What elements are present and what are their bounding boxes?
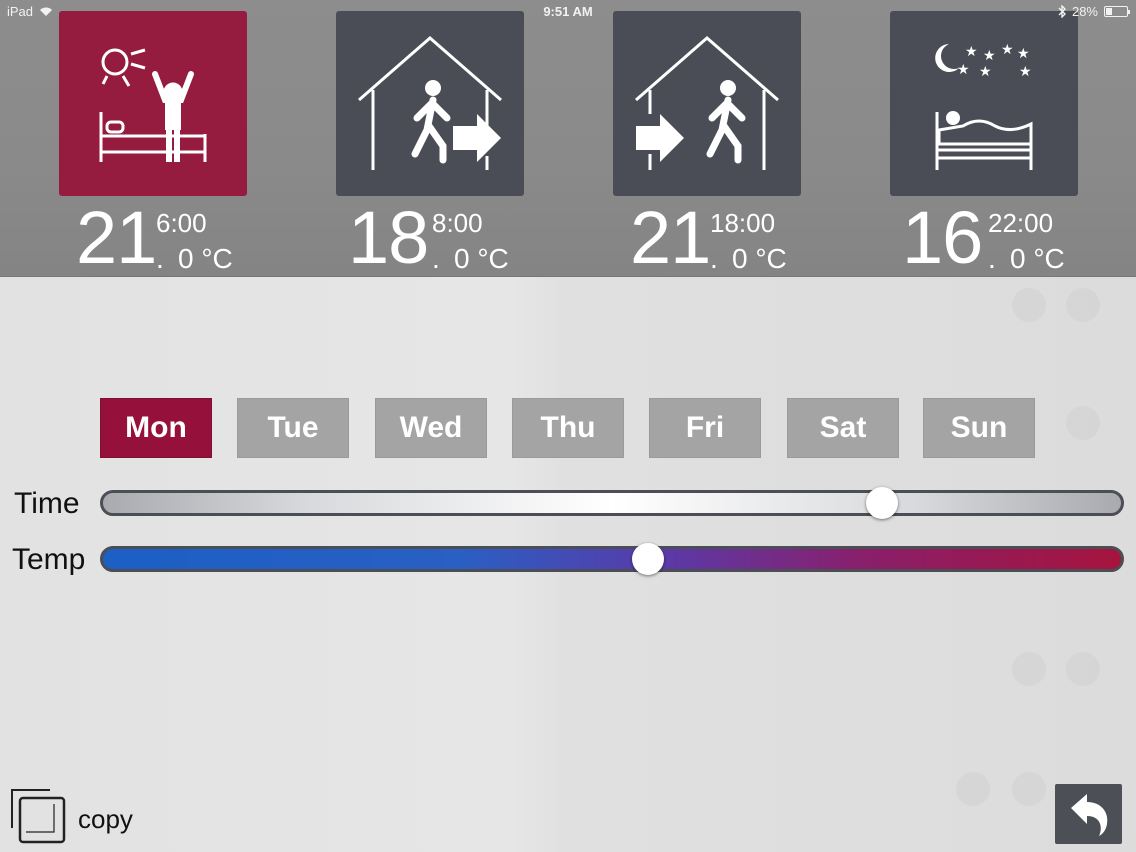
mode-tile-sleep[interactable]: ★ ★ ★ ★ ★ ★ ★: [890, 11, 1078, 196]
temp-slider-label: Temp: [12, 543, 86, 576]
back-arrow-icon: [1070, 794, 1107, 836]
mode-tile-wake[interactable]: [59, 11, 247, 196]
battery-percent: 28%: [1071, 4, 1098, 19]
mode-decimal: .: [432, 243, 440, 274]
svg-text:★: ★: [983, 48, 996, 64]
copy-label: copy: [78, 804, 133, 834]
day-button-tue[interactable]: Tue: [237, 398, 349, 458]
background-dot: [1012, 652, 1046, 686]
svg-text:★: ★: [979, 64, 992, 80]
day-button-wed[interactable]: Wed: [375, 398, 487, 458]
mode-unit: 0 °C: [454, 243, 509, 274]
mode-leave[interactable]: 18 8:00 . 0 °C: [336, 11, 524, 275]
temp-slider[interactable]: [100, 543, 1124, 575]
background-dot: [1066, 406, 1100, 440]
return-home-icon: [635, 35, 779, 170]
background-dot: [956, 772, 990, 806]
sleep-icon: ★ ★ ★ ★ ★ ★ ★: [935, 42, 1033, 170]
mode-decimal: .: [710, 243, 718, 274]
mode-unit: 0 °C: [1010, 243, 1065, 274]
mode-time: 18:00: [710, 208, 776, 238]
day-button-thu[interactable]: Thu: [512, 398, 624, 458]
clock: 9:51 AM: [543, 4, 593, 19]
mode-return[interactable]: 21 18:00 . 0 °C: [613, 11, 801, 275]
mode-unit: 0 °C: [732, 243, 787, 274]
battery-icon: [1104, 6, 1130, 17]
svg-text:★: ★: [1001, 42, 1014, 58]
time-slider-label: Time: [14, 487, 80, 520]
day-button-sun[interactable]: Sun: [923, 398, 1035, 458]
mode-time: 8:00: [432, 208, 483, 238]
mode-decimal: .: [156, 243, 164, 274]
leave-home-icon: [358, 35, 502, 170]
time-slider[interactable]: [100, 487, 1124, 519]
status-bar: iPad 9:51 AM 28%: [0, 0, 1136, 22]
wake-up-icon: [99, 48, 207, 162]
background-dot: [1012, 288, 1046, 322]
svg-text:★: ★: [965, 44, 978, 60]
back-button[interactable]: [1055, 784, 1122, 844]
background-dot: [1012, 772, 1046, 806]
mode-panel: 21 6:00 . 0 °C 18 8:00 . 0 °C 21 18:00 .…: [0, 0, 1136, 277]
day-button-fri[interactable]: Fri: [649, 398, 761, 458]
day-button-sat[interactable]: Sat: [787, 398, 899, 458]
mode-tile-leave[interactable]: [336, 11, 524, 196]
mode-wake[interactable]: 21 6:00 . 0 °C: [59, 11, 247, 275]
background-dot: [1066, 288, 1100, 322]
temp-slider-knob[interactable]: [631, 543, 664, 575]
time-slider-knob[interactable]: [865, 487, 898, 519]
bluetooth-icon: [1058, 5, 1066, 18]
mode-tile-return[interactable]: [613, 11, 801, 196]
svg-text:★: ★: [1019, 64, 1032, 80]
mode-time: 6:00: [156, 208, 207, 238]
mode-decimal: .: [988, 243, 996, 274]
copy-button[interactable]: copy: [10, 788, 170, 844]
background-dot: [1066, 652, 1100, 686]
mode-time: 22:00: [988, 208, 1054, 238]
svg-text:★: ★: [957, 62, 970, 78]
day-button-mon[interactable]: Mon: [100, 398, 212, 458]
copy-icon: [11, 789, 66, 844]
svg-text:★: ★: [1017, 46, 1030, 62]
day-selector: Mon Tue Wed Thu Fri Sat Sun: [100, 398, 1040, 458]
mode-unit: 0 °C: [178, 243, 233, 274]
mode-sleep[interactable]: ★ ★ ★ ★ ★ ★ ★ 16 22:00 . 0 °C: [890, 11, 1078, 275]
